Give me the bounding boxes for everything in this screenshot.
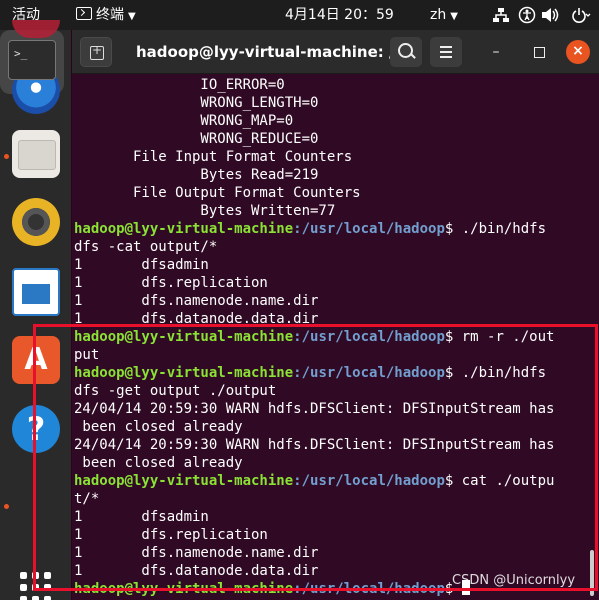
accessibility-icon[interactable]	[518, 0, 536, 30]
power-menu-icon[interactable]	[570, 0, 594, 30]
input-method-label: zh	[430, 7, 447, 23]
prompt-line: hadoop@lyy-virtual-machine:/usr/local/ha…	[74, 220, 594, 238]
output-line: 1 dfs.replication	[74, 275, 268, 291]
clock[interactable]: 4月14日 20：59	[285, 0, 394, 30]
window-title: hadoop@lyy-virtual-machine: /...	[136, 43, 412, 61]
prompt-path: :/usr/local/hadoop	[293, 581, 445, 597]
new-tab-button[interactable]	[80, 37, 112, 67]
prompt-user: hadoop@lyy-virtual-machine	[74, 473, 294, 489]
prompt-command: $ ./bin/hdfs	[444, 221, 547, 237]
output-line: WRONG_REDUCE=0	[74, 131, 319, 147]
dock: A ? >_	[0, 20, 71, 600]
search-button[interactable]	[390, 37, 422, 67]
output-line: WRONG_LENGTH=0	[74, 95, 319, 111]
top-bar: 活动 终端 ▼ 4月14日 20：59 zh ▼	[0, 0, 599, 30]
prompt-path: :/usr/local/hadoop	[293, 365, 445, 381]
output-line: 24/04/14 20:59:30 WARN hdfs.DFSClient: D…	[74, 437, 555, 453]
output-line: File Output Format Counters	[74, 185, 361, 201]
terminal-window: hadoop@lyy-virtual-machine: /... – × IO_…	[72, 30, 599, 600]
prompt-user: hadoop@lyy-virtual-machine	[74, 365, 294, 381]
output-line: Bytes Written=77	[74, 203, 336, 219]
close-button[interactable]: ×	[566, 40, 590, 64]
output-line: IO_ERROR=0	[74, 77, 285, 93]
prompt-command: $ rm -r ./out	[444, 329, 555, 345]
prompt-command: $ ./bin/hdfs	[444, 365, 547, 381]
prompt-line: hadoop@lyy-virtual-machine:/usr/local/ha…	[74, 472, 594, 490]
watermark: CSDN @Unicornlyy	[452, 573, 576, 588]
app-menu-button[interactable]: 终端 ▼	[76, 0, 136, 30]
output-line: been closed already	[74, 455, 243, 471]
help-icon[interactable]: ?	[12, 405, 60, 453]
maximize-button[interactable]	[527, 40, 551, 64]
prompt-user: hadoop@lyy-virtual-machine	[74, 581, 294, 597]
terminal-app-icon	[76, 7, 92, 20]
prompt-path: :/usr/local/hadoop	[293, 221, 445, 237]
input-method-button[interactable]: zh ▼	[430, 0, 458, 30]
output-line: 1 dfs.namenode.name.dir	[74, 293, 319, 309]
writer-icon[interactable]	[12, 268, 60, 316]
terminal-output[interactable]: IO_ERROR=0 WRONG_LENGTH=0 WRONG_MAP=0 WR…	[74, 76, 594, 600]
prompt-command: $ cat ./outpu	[444, 473, 555, 489]
output-line: File Input Format Counters	[74, 149, 353, 165]
output-line: dfs -get output ./output	[74, 383, 277, 399]
window-headerbar: hadoop@lyy-virtual-machine: /... – ×	[72, 30, 599, 74]
output-line: put	[74, 347, 100, 363]
output-line: 24/04/14 20:59:30 WARN hdfs.DFSClient: D…	[74, 401, 555, 417]
minimize-button[interactable]: –	[484, 40, 508, 64]
chevron-down-icon: ▼	[128, 11, 136, 22]
app-menu-label: 终端	[96, 7, 124, 23]
output-line: Bytes Read=219	[74, 167, 319, 183]
output-line: 1 dfsadmin	[74, 509, 209, 525]
output-line: t/*	[74, 491, 100, 507]
volume-icon[interactable]	[540, 0, 560, 30]
running-indicator	[4, 504, 9, 509]
software-icon[interactable]: A	[12, 336, 60, 384]
output-line: 1 dfs.namenode.name.dir	[74, 545, 319, 561]
files-icon[interactable]	[12, 130, 60, 178]
rhythmbox-icon[interactable]	[12, 198, 60, 246]
output-line: 1 dfs.datanode.data.dir	[74, 311, 319, 327]
prompt-line: hadoop@lyy-virtual-machine:/usr/local/ha…	[74, 328, 594, 346]
hamburger-menu-button[interactable]	[430, 37, 462, 67]
output-line: WRONG_MAP=0	[74, 113, 294, 129]
scrollbar[interactable]	[590, 550, 594, 596]
prompt-path: :/usr/local/hadoop	[293, 473, 445, 489]
prompt-line: hadoop@lyy-virtual-machine:/usr/local/ha…	[74, 364, 594, 382]
network-icon[interactable]	[492, 0, 510, 30]
running-indicator	[4, 154, 9, 159]
output-line: 1 dfs.replication	[74, 527, 268, 543]
output-line: 1 dfsadmin	[74, 257, 209, 273]
prompt-user: hadoop@lyy-virtual-machine	[74, 221, 294, 237]
output-line: dfs -cat output/*	[74, 239, 218, 255]
apps-grid-icon[interactable]	[12, 572, 60, 600]
prompt-user: hadoop@lyy-virtual-machine	[74, 329, 294, 345]
chevron-down-icon: ▼	[450, 11, 458, 22]
output-line: been closed already	[74, 419, 243, 435]
terminal-glyph: >_	[8, 40, 56, 80]
prompt-path: :/usr/local/hadoop	[293, 329, 445, 345]
